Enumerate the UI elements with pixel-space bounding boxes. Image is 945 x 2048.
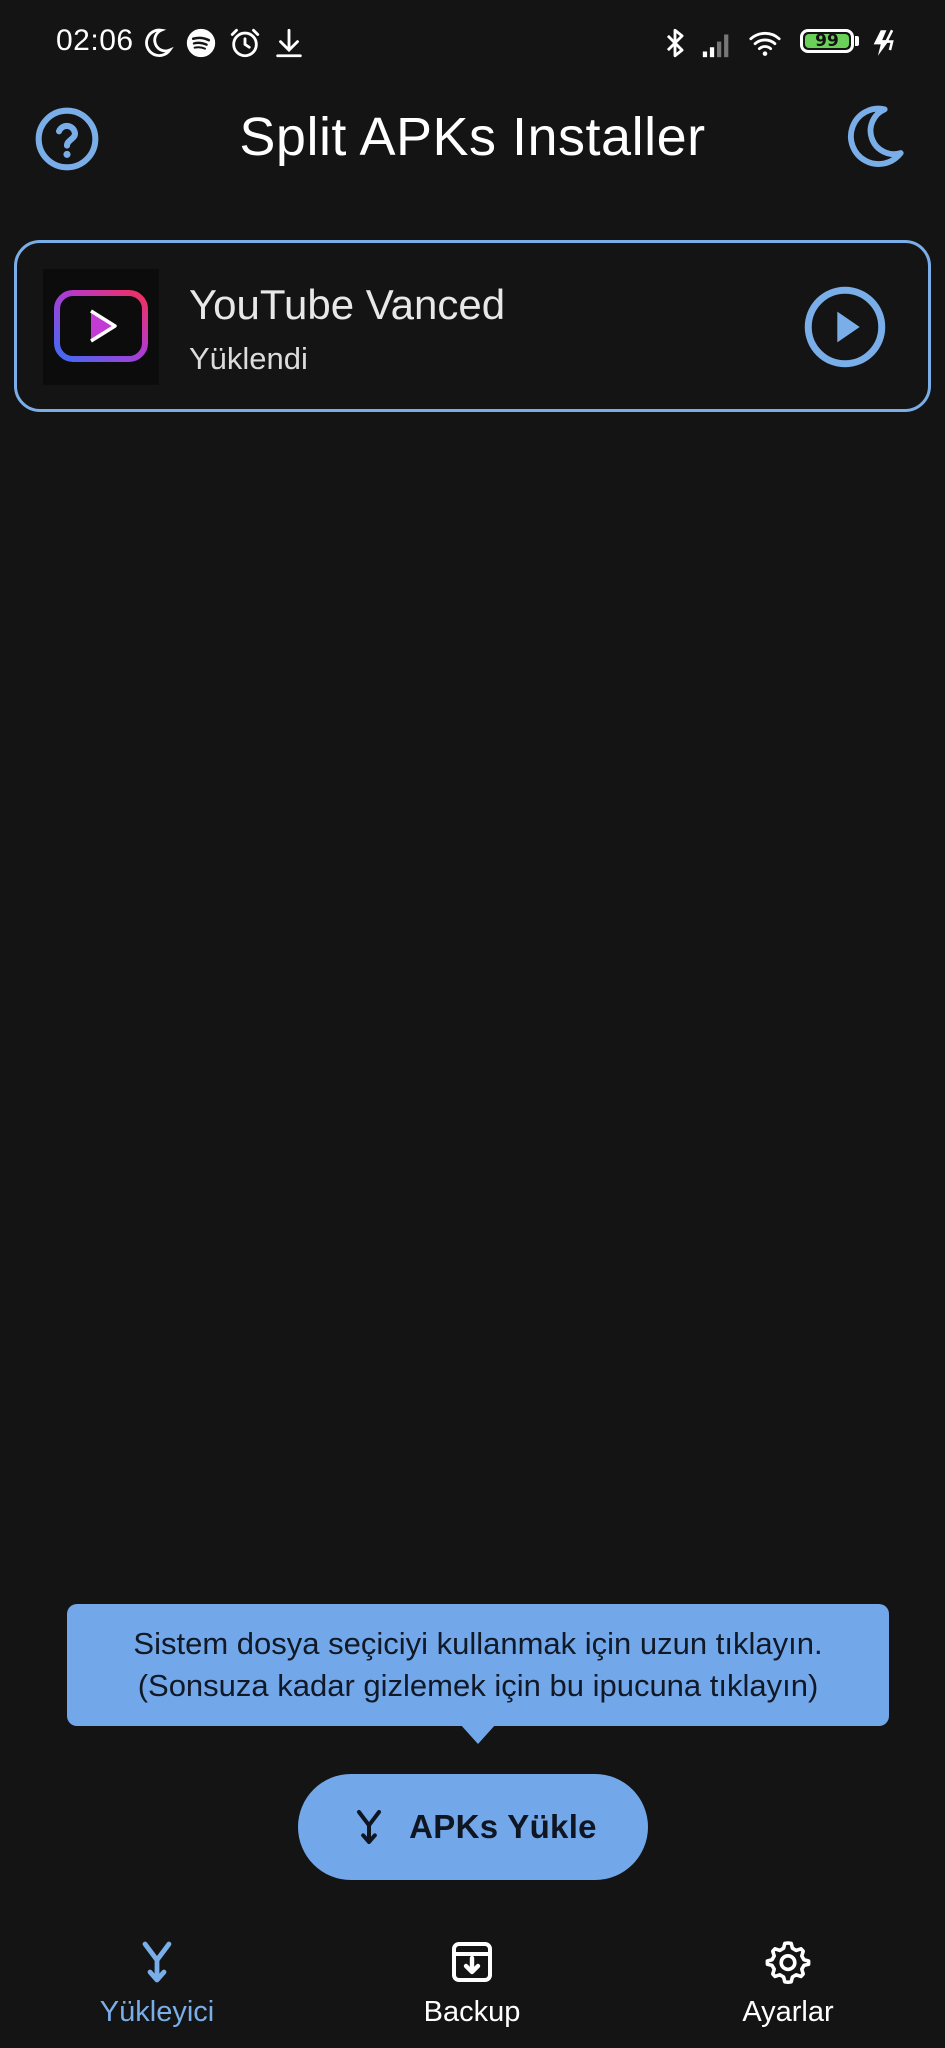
play-circle-icon[interactable] [803, 285, 887, 369]
app-title: Split APKs Installer [239, 107, 706, 167]
install-apks-label: APKs Yükle [409, 1808, 597, 1845]
gear-icon [765, 1941, 811, 1984]
app-name: YouTube Vanced [189, 281, 506, 328]
crescent-moon-icon[interactable] [838, 102, 908, 172]
install-apks-button[interactable]: APKs Yükle [298, 1774, 648, 1880]
nav-item-settings[interactable]: Ayarlar [688, 1920, 888, 2048]
status-time: 02:06 [56, 24, 134, 57]
tooltip-line-2: (Sonsuza kadar gizlemek için bu ipucuna … [137, 1668, 819, 1703]
battery-icon: 99 [800, 29, 854, 53]
tooltip-line-1: Sistem dosya seçiciyi kullanmak için uzu… [133, 1626, 823, 1661]
bottom-nav: Yükleyici Backup Ayarlar [0, 1920, 945, 2048]
charging-icon [873, 29, 894, 56]
battery-tip [855, 36, 859, 46]
installed-app-card[interactable]: YouTube Vanced Yüklendi [14, 240, 931, 412]
nav-item-installer[interactable]: Yükleyici [57, 1920, 257, 2048]
download-icon [276, 28, 302, 58]
youtube-vanced-icon [43, 269, 159, 385]
spotify-icon [186, 28, 216, 58]
nav-label-installer: Yükleyici [99, 1996, 215, 2028]
battery-level: 99 [815, 31, 839, 51]
signal-icon [702, 34, 729, 58]
merge-arrow-icon [142, 1941, 172, 1983]
nav-item-backup[interactable]: Backup [372, 1920, 572, 2048]
tooltip-arrow [460, 1724, 496, 1744]
bluetooth-icon [666, 28, 684, 58]
hint-tooltip[interactable]: Sistem dosya seçiciyi kullanmak için uzu… [67, 1604, 889, 1726]
wifi-icon [749, 31, 781, 56]
alarm-icon [230, 28, 260, 58]
status-bar: 02:06 99 [0, 0, 945, 88]
moon-icon [145, 28, 174, 57]
nav-label-backup: Backup [423, 1996, 521, 2028]
archive-icon [452, 1942, 492, 1982]
merge-arrow-icon [357, 1810, 382, 1844]
nav-label-settings: Ayarlar [742, 1996, 834, 2028]
app-status: Yüklendi [189, 341, 308, 376]
